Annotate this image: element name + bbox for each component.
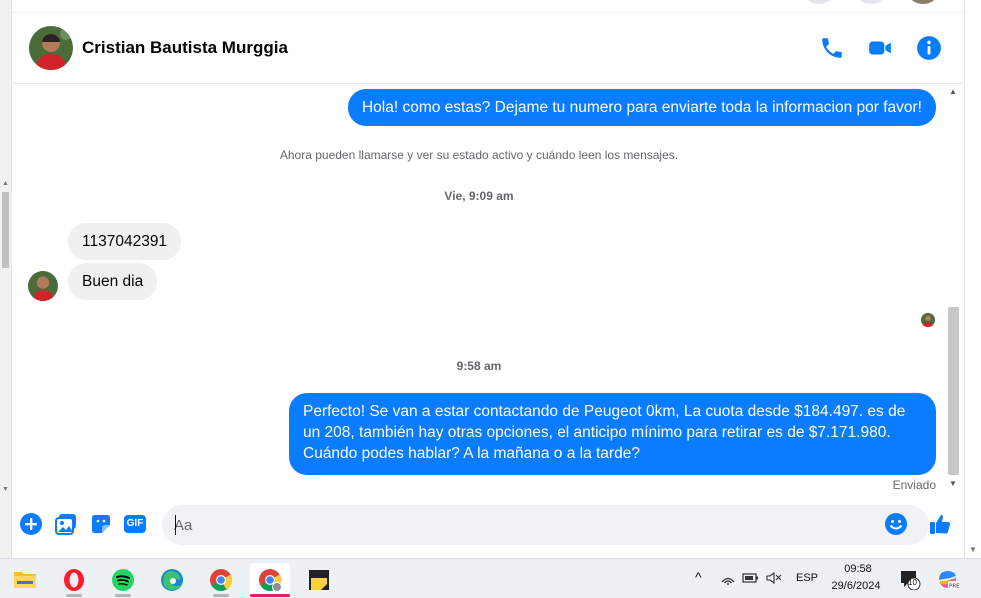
system-notice: Ahora pueden llamarse y ver su estado ac… <box>279 148 679 162</box>
scroll-up-arrow-icon[interactable]: ▲ <box>2 180 9 188</box>
file-explorer-button[interactable] <box>5 563 45 597</box>
notification-count: 10 <box>908 578 917 587</box>
sticker-icon[interactable] <box>89 512 113 536</box>
edge-button[interactable] <box>152 563 192 597</box>
sticky-notes-icon <box>309 570 329 590</box>
notification-center-icon[interactable]: 10 <box>899 568 921 593</box>
read-receipt-avatar <box>921 313 935 327</box>
timestamp: Vie, 9:09 am <box>444 189 514 203</box>
svg-text:PRE: PRE <box>949 584 960 590</box>
clock-date[interactable]: 29/6/2024 <box>825 580 887 592</box>
gif-button[interactable]: GIF <box>124 512 148 536</box>
running-indicator <box>213 594 229 597</box>
left-scrollbar[interactable]: ▲ ▼ <box>0 0 12 558</box>
gif-label: GIF <box>124 515 146 533</box>
conversation-header: Cristian Bautista Murggia <box>13 12 963 84</box>
battery-icon[interactable] <box>742 570 760 589</box>
info-icon[interactable] <box>916 35 942 61</box>
incoming-message[interactable]: Buen dia <box>68 263 158 300</box>
emoji-icon[interactable] <box>884 512 908 536</box>
incoming-message[interactable]: 1137042391 <box>68 223 182 260</box>
message-input[interactable] <box>162 505 929 545</box>
edge-icon <box>161 569 183 591</box>
chrome-button[interactable] <box>201 563 241 597</box>
scrollbar-thumb[interactable] <box>2 192 9 268</box>
contact-name[interactable]: Cristian Bautista Murggia <box>82 38 288 58</box>
thumbs-up-icon[interactable] <box>927 512 951 536</box>
windows-taskbar: ^ ESP 09:58 29/6/2024 10 PRE <box>0 558 981 598</box>
folder-icon <box>14 572 36 588</box>
thread-scrollbar[interactable]: ▲ ▼ <box>945 85 963 493</box>
language-indicator[interactable]: ESP <box>796 572 818 584</box>
active-indicator <box>250 594 290 597</box>
top-action-circle[interactable] <box>804 0 834 4</box>
running-indicator <box>66 594 82 597</box>
running-indicator <box>115 594 131 597</box>
contact-avatar[interactable] <box>29 26 73 70</box>
profile-avatar[interactable] <box>908 0 938 4</box>
screen: ▲ ▼ ▼ Cristian Bautista Murggia Hola! co… <box>0 0 981 598</box>
plus-icon[interactable] <box>19 512 43 536</box>
phone-call-icon[interactable] <box>819 35 845 61</box>
photo-icon[interactable] <box>54 512 78 536</box>
clock-time[interactable]: 09:58 <box>830 563 886 575</box>
outgoing-message[interactable]: Perfecto! Se van a estar contactando de … <box>289 393 936 475</box>
wifi-icon[interactable] <box>720 570 736 589</box>
opera-button[interactable] <box>54 563 94 597</box>
scrollbar-thumb[interactable] <box>948 307 959 475</box>
chrome-profile-button[interactable] <box>250 563 290 597</box>
page-scrollbar[interactable]: ▼ <box>964 0 981 558</box>
scroll-down-arrow-icon[interactable]: ▼ <box>949 479 957 488</box>
sticky-notes-button[interactable] <box>299 563 339 597</box>
text-cursor <box>175 515 176 535</box>
chrome-icon <box>210 569 232 591</box>
message-composer: GIF <box>13 497 963 553</box>
timestamp: 9:58 am <box>456 359 502 373</box>
sender-avatar[interactable] <box>28 271 58 301</box>
scroll-up-arrow-icon[interactable]: ▲ <box>949 87 957 96</box>
scroll-down-arrow-icon[interactable]: ▼ <box>969 545 977 554</box>
outgoing-message[interactable]: Hola! como estas? Dejame tu numero para … <box>347 89 936 126</box>
chrome-profile-icon <box>259 569 282 592</box>
spotify-button[interactable] <box>103 563 143 597</box>
scroll-down-arrow-icon[interactable]: ▼ <box>2 486 9 494</box>
top-action-circle[interactable] <box>856 0 886 4</box>
message-status: Enviado <box>892 478 936 492</box>
spotify-icon <box>112 569 134 591</box>
chevron-up-icon[interactable]: ^ <box>695 569 702 585</box>
copilot-icon[interactable]: PRE <box>936 568 960 593</box>
video-call-icon[interactable] <box>867 35 893 61</box>
opera-icon <box>64 569 84 591</box>
volume-muted-icon[interactable] <box>766 570 782 589</box>
message-thread: Hola! como estas? Dejame tu numero para … <box>13 85 945 497</box>
